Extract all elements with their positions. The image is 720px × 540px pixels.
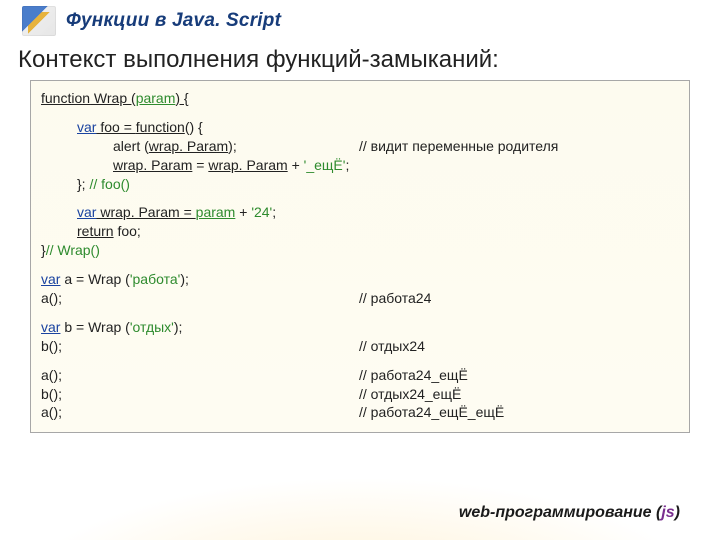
footer-text: web-программирование ( xyxy=(459,504,661,521)
slide-title: Функции в Java. Script xyxy=(66,10,281,32)
footer-close: ) xyxy=(675,504,680,521)
code-line: var foo = function() { xyxy=(41,118,679,137)
code-line: }; // foo() xyxy=(41,175,679,194)
footer-lang: js xyxy=(661,504,674,521)
footer-caption: web-программирование (js) xyxy=(459,504,680,522)
code-line: b(); // отдых24_ещЁ xyxy=(41,385,679,404)
code-line: var b = Wrap ('отдых'); xyxy=(41,318,679,337)
code-line: a(); // работа24_ещЁ_ещЁ xyxy=(41,403,679,422)
slide-header: Функции в Java. Script xyxy=(0,0,720,38)
code-line: b(); // отдых24 xyxy=(41,337,679,356)
section-heading: Контекст выполнения функций-замыканий: xyxy=(0,38,720,80)
code-line: alert (wrap. Param); // видит переменные… xyxy=(41,137,679,156)
code-line: }// Wrap() xyxy=(41,241,679,260)
code-line: wrap. Param = wrap. Param + '_ещЁ'; xyxy=(41,156,679,175)
code-line: var wrap. Param = param + '24'; xyxy=(41,203,679,222)
code-line: function Wrap (param) { xyxy=(41,89,679,108)
code-line: a(); // работа24_ещЁ xyxy=(41,366,679,385)
logo-icon xyxy=(22,6,56,36)
code-example: function Wrap (param) { var foo = functi… xyxy=(30,80,690,433)
code-line: return foo; xyxy=(41,222,679,241)
code-line: a(); // работа24 xyxy=(41,289,679,308)
code-line: var a = Wrap ('работа'); xyxy=(41,270,679,289)
